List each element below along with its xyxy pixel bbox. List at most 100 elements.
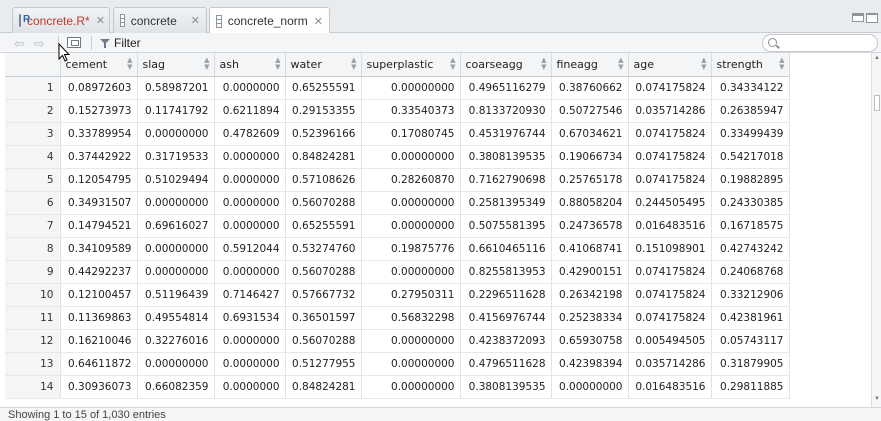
scroll-up-icon[interactable]: ▲ — [873, 55, 881, 63]
table-row[interactable]: 10 0.12100457 0.51196439 0.7146427 0.5766773… — [5, 283, 790, 307]
table-cell[interactable]: 0.00000000 — [137, 352, 215, 376]
filter-button[interactable]: Filter — [100, 35, 141, 51]
table-cell[interactable]: 0.6211894 — [214, 99, 286, 123]
table-cell[interactable]: 0.50727546 — [551, 99, 629, 123]
table-row[interactable]: 13 0.64611872 0.00000000 0.0000000 0.5127795… — [5, 352, 790, 376]
table-cell[interactable]: 0.074175824 — [628, 306, 712, 330]
table-cell[interactable]: 0.2581395349 — [460, 191, 552, 215]
table-cell[interactable]: 0.52396166 — [285, 122, 362, 146]
table-cell[interactable]: 0.8255813953 — [460, 260, 552, 284]
table-cell[interactable]: 0.41068741 — [551, 237, 629, 261]
table-cell[interactable]: 0.0000000 — [214, 76, 286, 100]
table-cell[interactable]: 0.25765178 — [551, 168, 629, 192]
table-cell[interactable]: 0.074175824 — [628, 145, 712, 169]
sort-arrows-icon[interactable]: ▲ ▼ — [701, 57, 706, 71]
table-cell[interactable]: 0.074175824 — [628, 283, 712, 307]
table-cell[interactable]: 0.00000000 — [137, 237, 215, 261]
table-cell[interactable]: 0.54217018 — [711, 145, 790, 169]
table-cell[interactable]: 0.7146427 — [214, 283, 286, 307]
table-cell[interactable]: 0.29153355 — [285, 99, 362, 123]
table-row[interactable]: 1 0.08972603 0.58987201 0.0000000 0.65255591… — [5, 76, 790, 100]
column-header-superplastic[interactable]: superplastic ▲ ▼ — [361, 53, 461, 77]
table-row[interactable]: 5 0.12054795 0.51029494 0.0000000 0.57108626… — [5, 168, 790, 192]
table-cell[interactable]: 0.42381961 — [711, 306, 790, 330]
column-header-ash[interactable]: ash ▲ ▼ — [214, 53, 286, 77]
table-cell[interactable]: 0.6931534 — [214, 306, 286, 330]
table-cell[interactable]: 0.56070288 — [285, 329, 362, 353]
table-cell[interactable]: 0.56070288 — [285, 260, 362, 284]
table-cell[interactable]: 0.33212906 — [711, 283, 790, 307]
table-cell[interactable]: 0.035714286 — [628, 352, 712, 376]
table-cell[interactable]: 0.074175824 — [628, 76, 712, 100]
table-cell[interactable]: 0.31879905 — [711, 352, 790, 376]
sort-arrows-icon[interactable]: ▲ ▼ — [450, 57, 455, 71]
tab-concrete[interactable]: concrete ✕ — [113, 7, 207, 33]
table-cell[interactable]: 0.24330385 — [711, 191, 790, 215]
table-cell[interactable]: 0.016483516 — [628, 375, 712, 399]
table-cell[interactable]: 0.29811885 — [711, 375, 790, 399]
back-arrow-icon[interactable]: ⇦ — [14, 36, 25, 52]
table-cell[interactable]: 0.00000000 — [137, 260, 215, 284]
table-cell[interactable]: 0.28260870 — [361, 168, 461, 192]
table-cell[interactable]: 0.5912044 — [214, 237, 286, 261]
table-cell[interactable]: 0.31719533 — [137, 145, 215, 169]
table-cell[interactable]: 0.074175824 — [628, 168, 712, 192]
sort-arrows-icon[interactable]: ▲ ▼ — [618, 57, 623, 71]
table-cell[interactable]: 0.4796511628 — [460, 352, 552, 376]
table-cell[interactable]: 0.8133720930 — [460, 99, 552, 123]
table-cell[interactable]: 0.5075581395 — [460, 214, 552, 238]
table-cell[interactable]: 0.64611872 — [60, 352, 138, 376]
table-cell[interactable]: 0.53274760 — [285, 237, 362, 261]
table-cell[interactable]: 0.42398394 — [551, 352, 629, 376]
table-cell[interactable]: 0.4156976744 — [460, 306, 552, 330]
table-cell[interactable]: 0.00000000 — [361, 145, 461, 169]
table-cell[interactable]: 0.4782609 — [214, 122, 286, 146]
close-icon[interactable]: ✕ — [96, 14, 105, 27]
table-cell[interactable]: 0.38760662 — [551, 76, 629, 100]
table-cell[interactable]: 0.00000000 — [361, 76, 461, 100]
table-cell[interactable]: 0.51029494 — [137, 168, 215, 192]
close-icon[interactable]: ✕ — [191, 14, 200, 27]
scroll-down-icon[interactable]: ▼ — [873, 396, 881, 404]
table-cell[interactable]: 0.65255591 — [285, 76, 362, 100]
table-cell[interactable]: 0.42900151 — [551, 260, 629, 284]
table-cell[interactable]: 0.69616027 — [137, 214, 215, 238]
table-cell[interactable]: 0.11741792 — [137, 99, 215, 123]
table-cell[interactable]: 0.00000000 — [361, 214, 461, 238]
table-cell[interactable]: 0.16718575 — [711, 214, 790, 238]
table-cell[interactable]: 0.00000000 — [361, 352, 461, 376]
table-cell[interactable]: 0.00000000 — [361, 260, 461, 284]
sort-arrows-icon[interactable]: ▲ ▼ — [127, 57, 132, 71]
table-cell[interactable]: 0.0000000 — [214, 145, 286, 169]
table-cell[interactable]: 0.84824281 — [285, 375, 362, 399]
table-cell[interactable]: 0.42743242 — [711, 237, 790, 261]
table-cell[interactable]: 0.00000000 — [361, 329, 461, 353]
table-cell[interactable]: 0.56070288 — [285, 191, 362, 215]
table-cell[interactable]: 0.26385947 — [711, 99, 790, 123]
table-row[interactable]: 12 0.16210046 0.32276016 0.0000000 0.5607028… — [5, 329, 790, 353]
table-cell[interactable]: 0.0000000 — [214, 375, 286, 399]
table-cell[interactable]: 0.05743117 — [711, 329, 790, 353]
table-cell[interactable]: 0.035714286 — [628, 99, 712, 123]
table-cell[interactable]: 0.67034621 — [551, 122, 629, 146]
table-row[interactable]: 11 0.11369863 0.49554814 0.6931534 0.3650159… — [5, 306, 790, 330]
tab-concrete-norm[interactable]: concrete_norm ✕ — [209, 7, 330, 34]
table-cell[interactable]: 0.19882895 — [711, 168, 790, 192]
table-cell[interactable]: 0.65930758 — [551, 329, 629, 353]
table-cell[interactable]: 0.16210046 — [60, 329, 138, 353]
table-cell[interactable]: 0.00000000 — [137, 191, 215, 215]
table-cell[interactable]: 0.4965116279 — [460, 76, 552, 100]
table-cell[interactable]: 0.074175824 — [628, 122, 712, 146]
table-cell[interactable]: 0.08972603 — [60, 76, 138, 100]
table-cell[interactable]: 0.84824281 — [285, 145, 362, 169]
table-cell[interactable]: 0.56832298 — [361, 306, 461, 330]
table-cell[interactable]: 0.016483516 — [628, 214, 712, 238]
table-cell[interactable]: 0.34334122 — [711, 76, 790, 100]
table-cell[interactable]: 0.15273973 — [60, 99, 138, 123]
table-cell[interactable]: 0.12100457 — [60, 283, 138, 307]
table-cell[interactable]: 0.33499439 — [711, 122, 790, 146]
table-cell[interactable]: 0.88058204 — [551, 191, 629, 215]
search-input[interactable] — [781, 36, 871, 50]
table-cell[interactable]: 0.51196439 — [137, 283, 215, 307]
table-cell[interactable]: 0.00000000 — [361, 375, 461, 399]
